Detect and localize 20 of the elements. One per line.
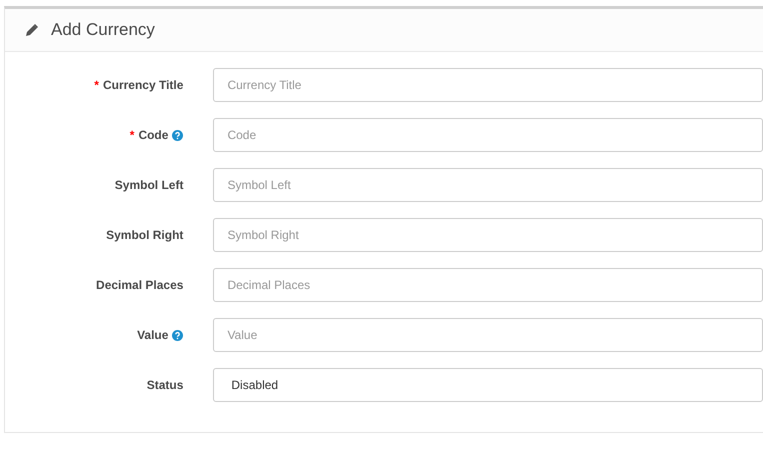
required-mark: * xyxy=(94,77,99,94)
field-label: Code xyxy=(138,127,168,144)
field-label: Value xyxy=(137,327,168,344)
field-label: Symbol Left xyxy=(114,177,184,194)
status-select[interactable]: Disabled xyxy=(213,368,763,402)
field-label: Symbol Right xyxy=(106,227,184,244)
field-label: Currency Title xyxy=(102,77,184,94)
text-field[interactable]: Currency Title xyxy=(213,68,763,102)
help-icon[interactable] xyxy=(172,330,184,340)
required-mark: * xyxy=(130,127,134,144)
text-field[interactable]: Code xyxy=(213,118,763,152)
field-label: Decimal Places xyxy=(96,277,184,294)
panel-title: Add Currency xyxy=(51,19,155,42)
text-field[interactable]: Decimal Places xyxy=(213,268,763,302)
pencil-icon xyxy=(25,23,39,37)
text-field[interactable]: Symbol Right xyxy=(213,218,763,252)
text-field[interactable]: Value xyxy=(213,318,763,352)
text-field[interactable]: Symbol Left xyxy=(213,168,763,202)
help-icon[interactable] xyxy=(172,130,184,140)
field-label: Status xyxy=(146,377,184,394)
